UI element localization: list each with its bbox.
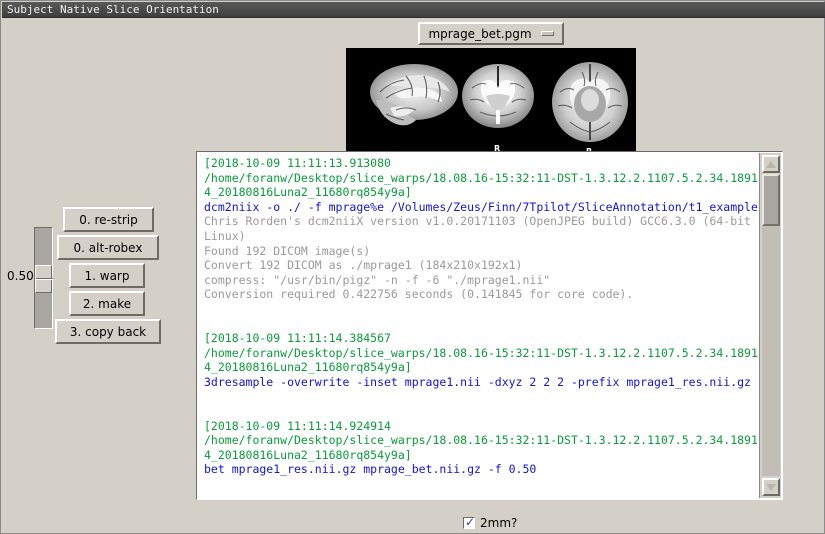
window-title: Subject Native Slice Orientation xyxy=(2,3,219,16)
console-line: /home/foranw/Desktop/slice_warps/18.08.1… xyxy=(204,346,759,361)
image-select-dropdown[interactable]: mprage_bet.pgm xyxy=(418,22,564,45)
application-window: Subject Native Slice Orientation mprage_… xyxy=(0,0,825,534)
console-line: [2018-10-09 11:11:14.924914 xyxy=(204,419,759,434)
console-line: Linux) xyxy=(204,229,759,244)
console-line: /home/foranw/Desktop/slice_warps/18.08.1… xyxy=(204,433,759,448)
dash-indicator-icon xyxy=(541,31,554,36)
two-mm-checkbox-label: 2mm? xyxy=(480,516,517,530)
console-line xyxy=(204,390,759,405)
two-mm-checkbox-row[interactable]: ✓ 2mm? xyxy=(463,516,517,530)
console-line: Conversion required 0.422756 seconds (0.… xyxy=(204,287,759,302)
two-mm-checkbox[interactable]: ✓ xyxy=(463,517,475,529)
console-line: 4_20180816Luna2_11680rq854y9a] xyxy=(204,360,759,375)
scroll-down-button[interactable] xyxy=(762,478,780,496)
console-line: Convert 192 DICOM as ./mprage1 (184x210x… xyxy=(204,258,759,273)
make-button[interactable]: 2. make xyxy=(69,291,145,316)
alt-robex-button[interactable]: 0. alt-robex xyxy=(57,235,159,260)
console-line: [2018-10-09 11:11:14.384567 xyxy=(204,331,759,346)
image-select-dropdown-label: mprage_bet.pgm xyxy=(428,27,531,41)
console-line: bet mprage1_res.nii.gz mprage_bet.nii.gz… xyxy=(204,462,759,477)
scrollbar-thumb[interactable] xyxy=(762,174,780,226)
console-vertical-scrollbar[interactable] xyxy=(759,153,781,498)
triangle-down-icon xyxy=(766,484,776,491)
copy-back-button[interactable]: 3. copy back xyxy=(55,319,161,344)
console-line: 4_20180816Luna2_11680rq854y9a] xyxy=(204,448,759,463)
console-line: [2018-10-09 11:11:13.913080 xyxy=(204,156,759,171)
console-line xyxy=(204,404,759,419)
scrollbar-trough[interactable] xyxy=(762,174,780,476)
triangle-up-icon xyxy=(766,161,776,168)
console-line xyxy=(204,317,759,332)
slider-value-label: 0.50 xyxy=(7,269,34,283)
console-line: dcm2niix -o ./ -f mprage%e /Volumes/Zeus… xyxy=(204,200,759,215)
window-titlebar: Subject Native Slice Orientation xyxy=(2,2,825,18)
console-line: /home/foranw/Desktop/slice_warps/18.08.1… xyxy=(204,171,759,186)
console-line: Chris Rorden's dcm2niiX version v1.0.201… xyxy=(204,214,759,229)
brain-image-panel[interactable]: R R xyxy=(346,48,636,157)
threshold-slider-thumb[interactable] xyxy=(35,265,52,293)
brain-slice-axial xyxy=(552,62,628,142)
warp-button[interactable]: 1. warp xyxy=(69,263,145,288)
brain-slice-coronal xyxy=(462,64,534,128)
console-line: 4_20180816Luna2_11680rq854y9a] xyxy=(204,185,759,200)
brain-slices-image: R R xyxy=(346,48,636,157)
console-line: 3dresample -overwrite -inset mprage1.nii… xyxy=(204,375,759,390)
threshold-slider[interactable] xyxy=(34,227,53,329)
console-line: compress: "/usr/bin/pigz" -n -f -6 "./mp… xyxy=(204,273,759,288)
console-log-text[interactable]: [2018-10-09 11:11:13.913080/home/foranw/… xyxy=(198,153,759,498)
console-line xyxy=(204,302,759,317)
scroll-up-button[interactable] xyxy=(762,155,780,173)
checkmark-icon: ✓ xyxy=(465,516,475,528)
re-strip-button[interactable]: 0. re-strip xyxy=(63,207,154,232)
console-line: Found 192 DICOM image(s) xyxy=(204,244,759,259)
console-panel: [2018-10-09 11:11:13.913080/home/foranw/… xyxy=(196,151,783,500)
